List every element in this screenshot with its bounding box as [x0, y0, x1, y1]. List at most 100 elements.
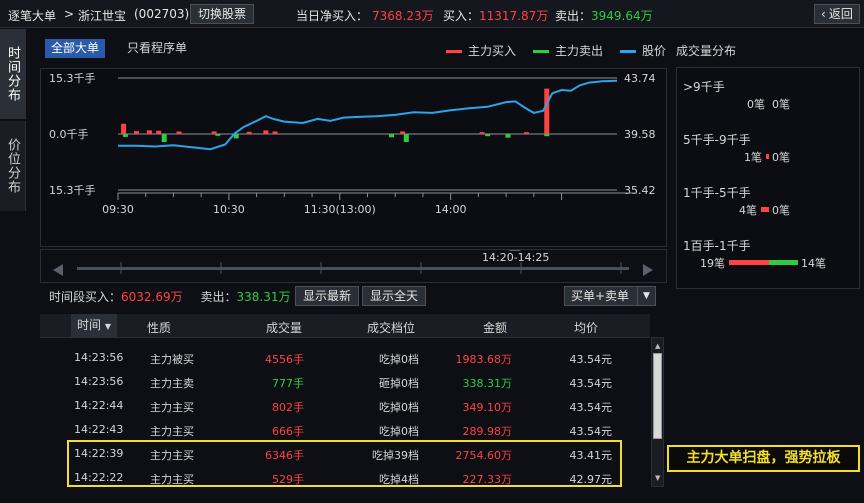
tab-program-orders-only[interactable]: 只看程序单 — [121, 39, 193, 58]
tab-price-distribution-label: 价位分布 — [5, 138, 20, 194]
size-bucket-sell-count: 0笔 — [772, 204, 790, 217]
cell-level: 吃掉0档 — [379, 425, 419, 438]
column-header-volume[interactable]: 成交量 — [266, 319, 302, 336]
table-header: 时间 ▼ 性质 成交量 成交档位 金额 均价 — [40, 314, 650, 338]
net-buy-value: 7368.23万 — [372, 9, 434, 23]
switch-stock-button[interactable]: 切换股票 — [190, 4, 255, 24]
buy-bar — [272, 131, 278, 134]
buy-bar — [479, 132, 485, 134]
cell-amount: 1983.68万 — [455, 353, 513, 366]
y-right-tick-label: 43.74 — [624, 72, 656, 85]
tab-time-distribution[interactable]: 时间分布 — [0, 29, 26, 119]
buy-bar — [263, 130, 269, 134]
price-swatch — [620, 50, 636, 53]
period-buy-label: 时间段买入： — [49, 290, 122, 304]
table-row[interactable]: 14:22:43 主力主买 666手 吃掉0档 289.98万 43.54元 — [40, 418, 650, 442]
table-row[interactable]: 14:22:44 主力主买 802手 吃掉0档 349.10万 43.54元 — [40, 394, 650, 418]
cell-level: 砸掉0档 — [379, 377, 419, 390]
tab-all-big-orders[interactable]: 全部大单 — [45, 39, 106, 58]
buy-bar — [156, 130, 162, 134]
scrollbar-thumb[interactable] — [653, 353, 662, 439]
legend-buy: 主力买入 — [446, 42, 516, 59]
cell-type: 主力主卖 — [150, 377, 194, 390]
show-latest-button[interactable]: 显示最新 — [295, 286, 360, 306]
buy-swatch — [446, 50, 462, 53]
size-bucket-buy-count: 4笔 — [739, 204, 757, 217]
scroll-down-icon[interactable]: ▼ — [655, 474, 660, 482]
size-bucket-buy-count: 19笔 — [700, 257, 725, 270]
chart-canvas: 15.3千手 0.0千手 15.3千手 43.74 39.58 35.42 09:30 10:… — [49, 71, 656, 216]
sell-bar — [505, 134, 511, 138]
cell-volume: 4556手 — [265, 353, 304, 366]
cell-avg-price: 43.54元 — [569, 377, 613, 390]
sell-label: 卖出： — [555, 9, 592, 23]
back-button-label: 返回 — [828, 7, 853, 21]
chevron-down-icon[interactable]: ▼ — [637, 287, 655, 305]
column-header-level[interactable]: 成交档位 — [367, 319, 415, 336]
size-bucket-buy-count: 1笔 — [744, 151, 762, 164]
sell-bar — [122, 134, 128, 137]
cell-time: 14:23:56 — [74, 375, 124, 388]
x-tick-label: 11:30(13:00) — [304, 203, 376, 216]
cell-amount: 338.31万 — [462, 377, 513, 390]
tab-time-distribution-label: 时间分布 — [5, 46, 20, 102]
cell-volume: 666手 — [272, 425, 304, 438]
buy-bar — [176, 131, 182, 134]
cell-level: 吃掉0档 — [379, 353, 419, 366]
legend-price: 股价 — [620, 42, 672, 59]
cell-time: 14:23:56 — [74, 351, 124, 364]
buy-bar — [544, 88, 550, 134]
column-header-avg-price[interactable]: 均价 — [574, 319, 598, 336]
scroll-right-icon[interactable] — [643, 264, 653, 276]
size-bucket-buy-bar — [761, 207, 769, 212]
scroll-left-icon[interactable] — [53, 264, 63, 276]
column-time-label: 时间 — [77, 318, 102, 332]
main-panel: 全部大单 只看程序单 主力买入 主力卖出 股价 15.3千手 0.0千手 15.3千… — [27, 29, 672, 503]
legend-price-label: 股价 — [642, 44, 667, 58]
period-sell-value: 338.31万 — [236, 290, 291, 304]
order-size-distribution: >9千手 0笔 0笔 5千手-9千手 1笔 0笔 1千手-5千手 4笔 0笔 1百手-1千手 19笔… — [676, 67, 860, 289]
sell-bar — [389, 134, 395, 138]
sell-value: 3949.64万 — [591, 9, 653, 23]
buy-bar — [133, 131, 139, 134]
table-row[interactable]: 14:23:56 主力被买 4556手 吃掉0档 1983.68万 43.54元 — [40, 346, 650, 370]
show-all-day-button[interactable]: 显示全天 — [362, 286, 427, 306]
column-header-type[interactable]: 性质 — [147, 319, 171, 336]
volume-distribution-chart: 15.3千手 0.0千手 15.3千手 43.74 39.58 35.42 09:30 10:… — [40, 68, 667, 247]
size-bucket-sell-bar — [769, 260, 798, 265]
cell-type: 主力被买 — [150, 353, 194, 366]
back-button[interactable]: ‹ 返回 — [814, 4, 860, 24]
column-header-time[interactable]: 时间 ▼ — [71, 314, 117, 337]
annotation-callout: 主力大单扫盘，强势拉板 — [667, 445, 860, 472]
table-row[interactable]: 14:23:56 主力主卖 777手 砸掉0档 338.31万 43.54元 — [40, 370, 650, 394]
buy-bar — [523, 132, 529, 134]
cell-time: 14:22:44 — [74, 399, 124, 412]
y-left-tick-label: 15.3千手 — [49, 183, 96, 197]
y-right-tick-label: 39.58 — [624, 128, 656, 141]
y-left-tick-label: 15.3千手 — [49, 71, 96, 85]
y-left-tick-label: 0.0千手 — [49, 127, 89, 141]
order-type-value: 买单+卖单 — [571, 289, 630, 303]
sort-down-icon: ▼ — [104, 322, 111, 331]
cell-avg-price: 43.54元 — [569, 425, 613, 438]
tab-price-distribution[interactable]: 价位分布 — [0, 121, 26, 211]
buy-value: 11317.87万 — [479, 9, 549, 23]
table-scrollbar[interactable]: ▲ ▼ — [651, 337, 664, 487]
sell-bar — [544, 134, 550, 137]
sell-bar — [403, 134, 409, 143]
column-header-amount[interactable]: 金额 — [483, 319, 507, 336]
x-tick-label: 09:30 — [102, 203, 134, 216]
size-bucket-sell-count: 0笔 — [772, 151, 790, 164]
legend-sell-label: 主力卖出 — [555, 44, 604, 58]
cell-avg-price: 43.54元 — [569, 353, 613, 366]
highlight-box — [67, 440, 622, 487]
legend-sell: 主力卖出 — [533, 42, 603, 59]
size-bucket-buy-bar — [729, 260, 769, 265]
order-type-select[interactable]: 买单+卖单 ▼ — [564, 286, 656, 306]
top-bar: 逐笔大单 > 浙江世宝 (002703) 切换股票 当日净买入： 7368.23… — [0, 0, 864, 28]
scroll-up-icon[interactable]: ▲ — [655, 342, 660, 350]
time-range-scroller[interactable]: 14:20-14:25 — [40, 243, 667, 283]
range-track[interactable] — [77, 267, 629, 270]
period-sell-label: 卖出： — [200, 290, 237, 304]
cell-volume: 777手 — [272, 377, 304, 390]
